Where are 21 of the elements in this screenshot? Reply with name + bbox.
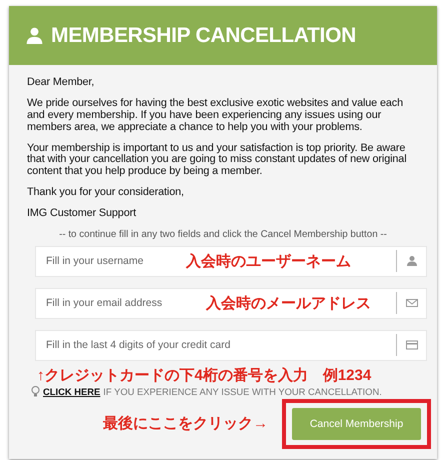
annotation-text: ↑クレジットカードの下4桁の番号を入力 例1234: [37, 366, 372, 385]
page-title: MEMBERSHIP CANCELLATION: [51, 24, 356, 48]
input-field[interactable]: Fill in your email address 入会時のメールアドレス: [35, 288, 427, 319]
mail-icon: [406, 297, 418, 310]
letter-paragraph: Dear Member,: [27, 77, 96, 89]
user-icon: [406, 255, 418, 268]
user-icon: [26, 27, 43, 44]
annotation-text: 入会時のメールアドレス: [206, 294, 371, 313]
input-field[interactable]: Fill in your username 入会時のユーザーネーム: [35, 246, 427, 277]
instruction-text: -- to continue fill in any two fields and click the Cancel Membership button --: [58, 228, 388, 240]
help-text: IF YOU EXPERIENCE ANY ISSUE WITH YOUR CANCELLATION.: [103, 386, 382, 397]
letter-paragraph: Your membership is important to us and your satisfaction is top priority. Be aware that with your cancellation you are going to miss constant updates of new original content that you help produce by being a member.: [27, 142, 408, 178]
click-here-link[interactable]: CLICK HERE: [43, 386, 100, 397]
lightbulb-icon: [31, 386, 40, 397]
letter-paragraph: IMG Customer Support: [27, 208, 138, 220]
annotation-text: 入会時のユーザーネーム: [186, 252, 351, 271]
cancel-membership-button[interactable]: Cancel Membership: [292, 408, 421, 440]
letter-paragraph: We pride ourselves for having the best exclusive exotic websites and value each and every membership. If you have been experiencing any issues using our members area, we appreciate a chance to help you with your problems.: [27, 98, 404, 134]
letter-paragraph: Thank you for your consideration,: [27, 187, 185, 199]
credit-card-icon: [406, 339, 418, 352]
annotation-text: 最後にここをクリック→: [103, 414, 268, 434]
